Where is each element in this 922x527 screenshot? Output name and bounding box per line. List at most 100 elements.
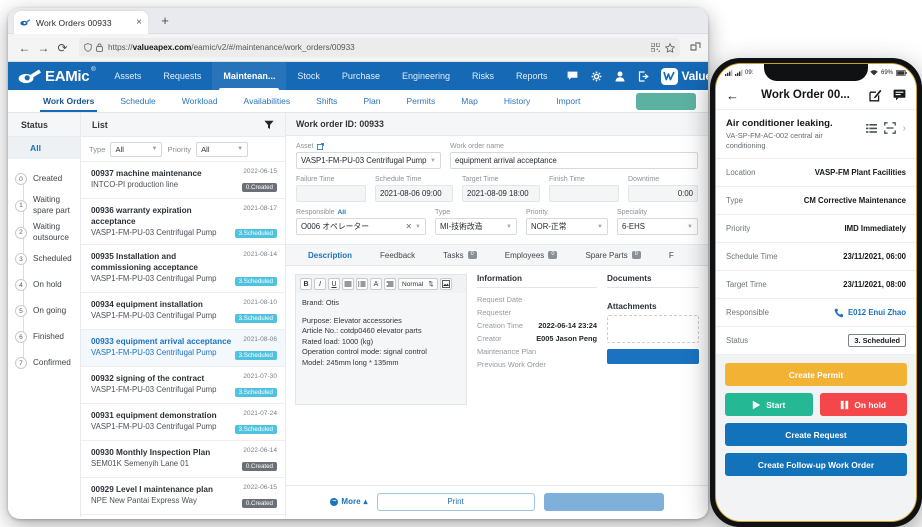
clear-icon[interactable]: ✕ (405, 222, 412, 231)
create-followup-work-order-button[interactable]: Create Follow-up Work Order (725, 453, 907, 476)
subnav-item-availabilities[interactable]: Availabilities (231, 90, 304, 112)
list-icon[interactable] (865, 123, 877, 133)
reload-icon[interactable]: ⟳ (53, 38, 72, 57)
font-color-icon[interactable]: A (370, 278, 382, 290)
more-button[interactable]: − More ▴ (330, 497, 368, 506)
close-icon[interactable]: × (136, 17, 142, 28)
work-order-list-item[interactable]: 00932 signing of the contract VASP1-FM-P… (81, 367, 285, 404)
new-tab-button[interactable]: + (158, 14, 172, 28)
indent-icon[interactable] (384, 278, 396, 290)
speciality-select[interactable]: 6-EHS ▼ (617, 218, 698, 235)
responsible-select[interactable]: O006 オペレーター ✕ ▼ (296, 218, 426, 235)
chat-icon[interactable] (567, 71, 578, 81)
print-button[interactable]: Print (376, 492, 535, 511)
status-filter-on-going[interactable]: 5 On going (8, 298, 80, 324)
work-order-list-item[interactable]: 00931 equipment demonstration VASP1-FM-P… (81, 404, 285, 441)
extensions-icon[interactable] (690, 42, 701, 53)
user-icon[interactable] (615, 71, 625, 82)
subnav-item-work-orders[interactable]: Work Orders (30, 90, 107, 112)
subnav-item-permits[interactable]: Permits (393, 90, 448, 112)
image-icon[interactable] (439, 278, 452, 290)
work-order-list-item-selected[interactable]: 00933 equipment arrival acceptance VASP1… (81, 330, 285, 367)
list-icon[interactable] (356, 278, 368, 290)
work-order-list-item[interactable]: 00930 Monthly Inspection Plan SEM01K Sem… (81, 441, 285, 478)
tab-tasks[interactable]: Tasks 0 (429, 245, 491, 265)
status-filter-scheduled[interactable]: 3 Scheduled (8, 246, 80, 272)
nav-item-stock[interactable]: Stock (286, 62, 331, 90)
nav-item-purchase[interactable]: Purchase (331, 62, 391, 90)
back-icon[interactable]: ← (726, 88, 742, 103)
subnav-item-plan[interactable]: Plan (350, 90, 393, 112)
subnav-item-schedule[interactable]: Schedule (107, 90, 168, 112)
subnav-item-history[interactable]: History (491, 90, 543, 112)
asset-select[interactable]: VASP1-FM-PU-03 Centrifugal Pump ▼ (296, 152, 441, 169)
editor-content[interactable]: Brand: Otis Purpose: Elevator accessorie… (295, 293, 467, 405)
gear-icon[interactable] (591, 71, 602, 82)
tab-description[interactable]: Description (294, 245, 366, 265)
subnav-item-shifts[interactable]: Shifts (303, 90, 350, 112)
save-button[interactable] (543, 492, 664, 511)
font-size-select[interactable]: Normal ⇅ (398, 278, 438, 290)
external-link-icon[interactable] (316, 143, 324, 150)
status-filter-finished[interactable]: 6 Finished (8, 324, 80, 350)
on-hold-button[interactable]: On hold (819, 393, 907, 416)
target-time-input[interactable]: 2021-08-09 18:00 (462, 185, 540, 202)
tab-more[interactable]: F (655, 245, 688, 265)
create-request-button[interactable]: Create Request (725, 423, 907, 446)
status-filter-on-hold[interactable]: 4 On hold (8, 272, 80, 298)
phone-icon[interactable] (834, 308, 844, 318)
phone-row-value-responsible[interactable]: E012 Enui Zhao (834, 308, 906, 318)
subnav-action-button[interactable] (636, 93, 696, 110)
subnav-item-map[interactable]: Map (448, 90, 491, 112)
italic-icon[interactable]: I (314, 278, 326, 290)
browser-tab[interactable]: Work Orders 00933 × (14, 11, 148, 34)
bookmark-star-icon[interactable] (665, 42, 675, 53)
attachment-dropzone[interactable] (607, 315, 699, 343)
nav-item-requests[interactable]: Requests (152, 62, 212, 90)
schedule-time-input[interactable]: 2021-08-06 09:00 (375, 185, 453, 202)
status-filter-waiting-spare-part[interactable]: 1 Waiting spare part (8, 192, 80, 219)
align-icon[interactable] (342, 278, 354, 290)
work-order-name-input[interactable]: equipment arrival acceptance (450, 152, 698, 169)
nav-item-engineering[interactable]: Engineering (391, 62, 461, 90)
tab-spare-parts[interactable]: Spare Parts 0 (571, 245, 654, 265)
create-permit-button[interactable]: Create Permit (725, 363, 907, 386)
failure-time-input[interactable] (296, 185, 366, 202)
subnav-item-workload[interactable]: Workload (169, 90, 231, 112)
back-icon[interactable]: ← (15, 38, 34, 57)
responsible-all-link[interactable]: All (338, 209, 346, 216)
qr-icon[interactable] (651, 43, 660, 52)
scan-icon[interactable] (883, 122, 896, 134)
finish-time-input[interactable] (549, 185, 619, 202)
work-order-list-item[interactable]: 00936 warranty expiration acceptance VAS… (81, 199, 285, 245)
status-filter-confirmed[interactable]: 7 Confirmed (8, 350, 80, 376)
bold-icon[interactable]: B (300, 278, 312, 290)
tab-feedback[interactable]: Feedback (366, 245, 429, 265)
type-select[interactable]: MI-技術改造 ▼ (435, 218, 517, 235)
work-order-list-item[interactable]: 00929 Level I maintenance plan NPE New P… (81, 478, 285, 515)
eamic-logo[interactable]: EAMic ® (18, 67, 96, 85)
edit-icon[interactable] (869, 89, 882, 102)
tab-employees[interactable]: Employees 0 (491, 245, 572, 265)
upload-button[interactable] (607, 349, 699, 364)
work-order-list-item[interactable]: 00935 Installation and commissioning acc… (81, 245, 285, 293)
nav-item-reports[interactable]: Reports (505, 62, 559, 90)
work-order-list-item[interactable]: 00934 equipment installation VASP1-FM-PU… (81, 293, 285, 330)
chevron-right-icon[interactable]: › (903, 123, 906, 134)
nav-item-assets[interactable]: Assets (103, 62, 152, 90)
forward-icon[interactable]: → (34, 38, 53, 57)
comment-icon[interactable] (893, 89, 906, 101)
nav-item-maintenance[interactable]: Maintenan... (212, 62, 287, 90)
start-button[interactable]: Start (725, 393, 813, 416)
funnel-icon[interactable] (264, 120, 274, 130)
downtime-input[interactable]: 0:00 (628, 185, 698, 202)
logout-icon[interactable] (638, 70, 649, 82)
nav-item-risks[interactable]: Risks (461, 62, 505, 90)
work-order-list-item[interactable]: 00937 machine maintenance INTCO-PI produ… (81, 162, 285, 199)
status-filter-created[interactable]: 0 Created (8, 166, 80, 192)
status-filter-all[interactable]: All (8, 137, 80, 159)
underline-icon[interactable]: U (328, 278, 340, 290)
filter-type-select[interactable]: All ▼ (110, 141, 163, 157)
filter-priority-select[interactable]: All ▼ (196, 141, 249, 157)
subnav-item-import[interactable]: Import (543, 90, 593, 112)
